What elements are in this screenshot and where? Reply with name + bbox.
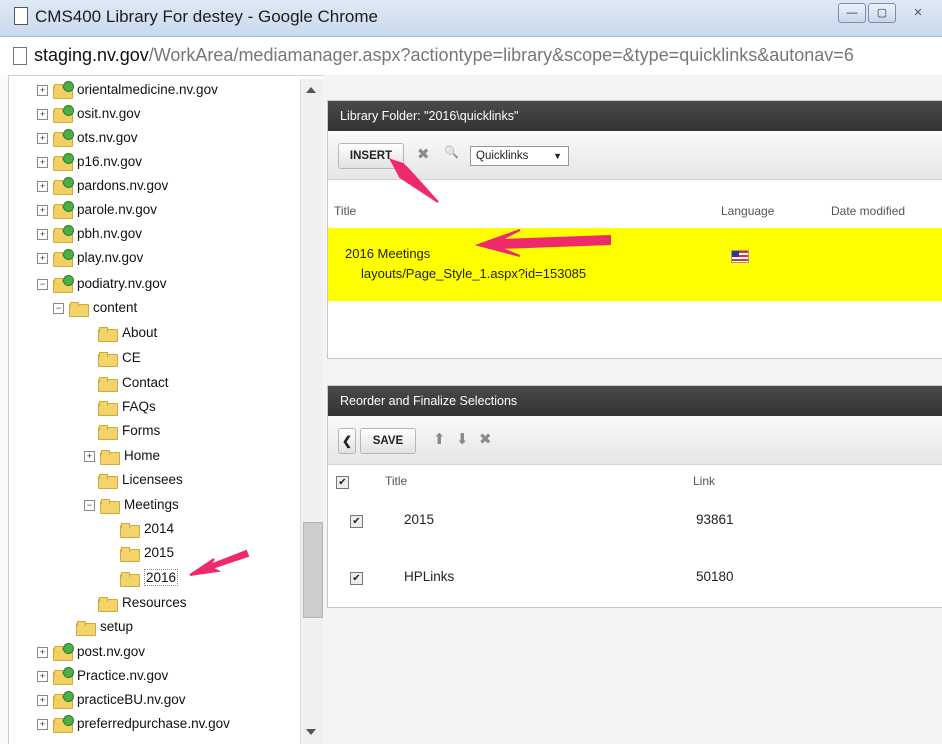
annotation-arrow-row — [474, 229, 611, 257]
annotation-arrows — [189, 158, 611, 576]
annotation-arrow-tree — [189, 549, 250, 576]
annotation-arrow-insert — [388, 158, 439, 203]
